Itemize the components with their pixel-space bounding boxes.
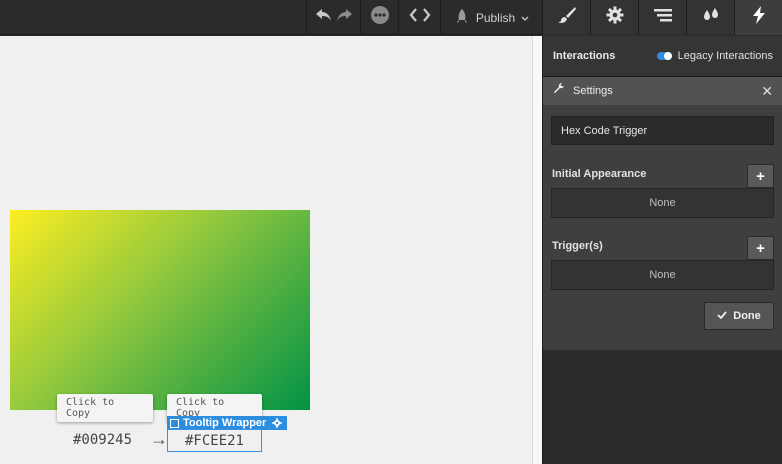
redo-icon[interactable] (335, 8, 353, 27)
legacy-toggle[interactable] (656, 52, 672, 60)
settings-header: Settings ✕ (543, 76, 782, 105)
triggers-label: Trigger(s) (552, 240, 603, 252)
wrench-icon (553, 82, 565, 100)
interactions-bolt-icon (752, 6, 766, 29)
code-export-button[interactable] (398, 0, 440, 35)
settings-body: Hex Code Trigger Initial Appearance + No… (543, 105, 782, 350)
done-button[interactable]: Done (704, 302, 774, 330)
hex-code-start-text: #FCEE21 (184, 432, 244, 449)
settings-panel-tab[interactable] (590, 0, 638, 35)
interactions-panel-tab[interactable] (734, 0, 782, 35)
hex-code-start[interactable]: #FCEE21 (167, 429, 262, 452)
settings-gear-icon (606, 6, 624, 29)
element-settings-gear-icon[interactable] (270, 416, 284, 430)
undo-icon[interactable] (315, 8, 333, 27)
panel-title: Interactions (553, 50, 616, 62)
arrow-glyph: → (150, 429, 168, 449)
assets-drops-icon (701, 7, 721, 28)
checkmark-icon (717, 310, 727, 322)
assets-panel-tab[interactable] (686, 0, 734, 35)
legacy-interactions-label[interactable]: Legacy Interactions (678, 50, 773, 62)
selected-element-name: Tooltip Wrapper (183, 417, 267, 429)
top-toolbar: Publish (0, 0, 782, 35)
more-icon (370, 5, 390, 30)
navigator-panel-tab[interactable] (638, 0, 686, 35)
initial-appearance-value: None (551, 188, 774, 218)
gradient-preview[interactable] (10, 210, 310, 410)
close-icon[interactable]: ✕ (761, 83, 773, 100)
add-initial-appearance-button[interactable]: + (747, 164, 774, 188)
publish-button[interactable]: Publish (440, 0, 542, 35)
triggers-value: None (551, 260, 774, 290)
navigator-icon (653, 7, 673, 28)
code-icon (409, 8, 431, 27)
canvas-scrollbar[interactable] (532, 36, 542, 464)
publish-label: Publish (475, 10, 516, 25)
selected-element-label[interactable]: Tooltip Wrapper (167, 416, 288, 430)
interaction-name-field[interactable]: Hex Code Trigger (551, 116, 774, 145)
copy-tooltip[interactable]: Click to Copy (57, 394, 153, 422)
initial-appearance-label: Initial Appearance (552, 168, 647, 180)
hex-code-end[interactable]: #009245 (73, 432, 132, 448)
more-options-button[interactable] (360, 0, 398, 35)
design-canvas: Click to Copy Click to Copy #009245 → To… (0, 36, 532, 464)
panel-header: Interactions Legacy Interactions (543, 36, 782, 76)
add-trigger-button[interactable]: + (747, 236, 774, 260)
undo-redo-group (306, 0, 360, 35)
style-brush-icon (557, 6, 577, 29)
interactions-panel: Interactions Legacy Interactions Setting… (542, 36, 782, 464)
style-panel-tab[interactable] (542, 0, 590, 35)
done-label: Done (733, 310, 761, 322)
settings-title: Settings (573, 85, 613, 97)
chevron-down-icon (521, 11, 529, 25)
publish-rocket-icon (454, 8, 470, 27)
element-square-icon (170, 418, 179, 428)
